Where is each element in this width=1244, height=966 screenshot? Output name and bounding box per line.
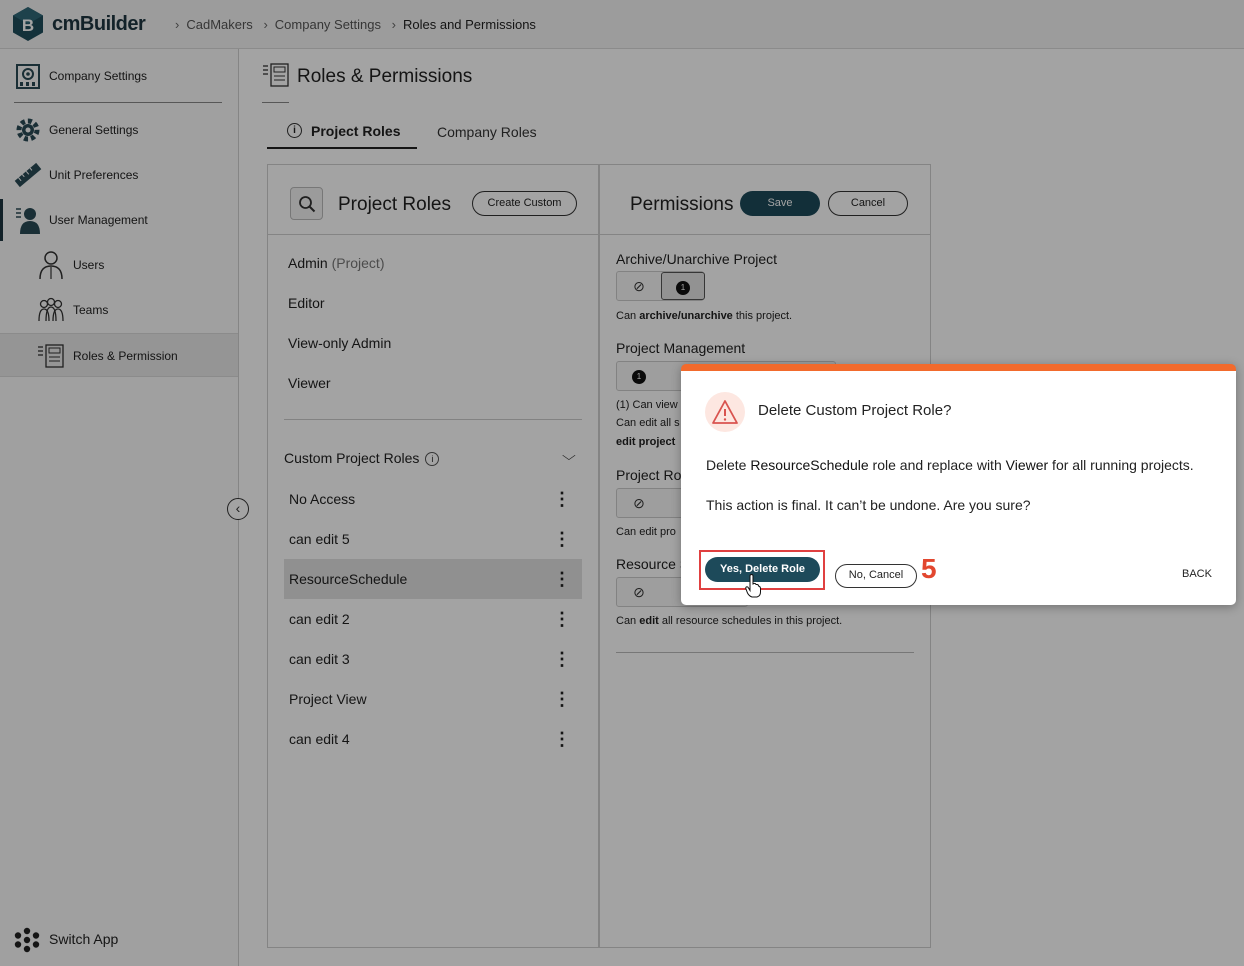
dialog-message: Delete ResourceSchedule role and replace… xyxy=(706,457,1194,473)
cancel-delete-button[interactable]: No, Cancel xyxy=(835,564,917,588)
confirm-delete-button[interactable]: Yes, Delete Role xyxy=(705,557,820,582)
replacement-role: Viewer xyxy=(1005,457,1049,473)
warning-icon xyxy=(705,392,745,432)
delete-role-dialog: Delete Custom Project Role? Delete Resou… xyxy=(681,364,1236,605)
dialog-warning: This action is final. It can’t be undone… xyxy=(706,497,1031,513)
dialog-title: Delete Custom Project Role? xyxy=(758,402,952,419)
step-number-badge: 5 xyxy=(921,553,937,584)
role-name: ResourceSchedule xyxy=(750,457,869,473)
warning-triangle-icon xyxy=(712,400,738,424)
back-link[interactable]: BACK xyxy=(1182,568,1212,580)
msg-text: for all running projects. xyxy=(1048,457,1194,473)
msg-text: Delete xyxy=(706,457,751,473)
hand-cursor-icon xyxy=(745,574,761,598)
msg-text: role and replace with xyxy=(868,457,1006,473)
